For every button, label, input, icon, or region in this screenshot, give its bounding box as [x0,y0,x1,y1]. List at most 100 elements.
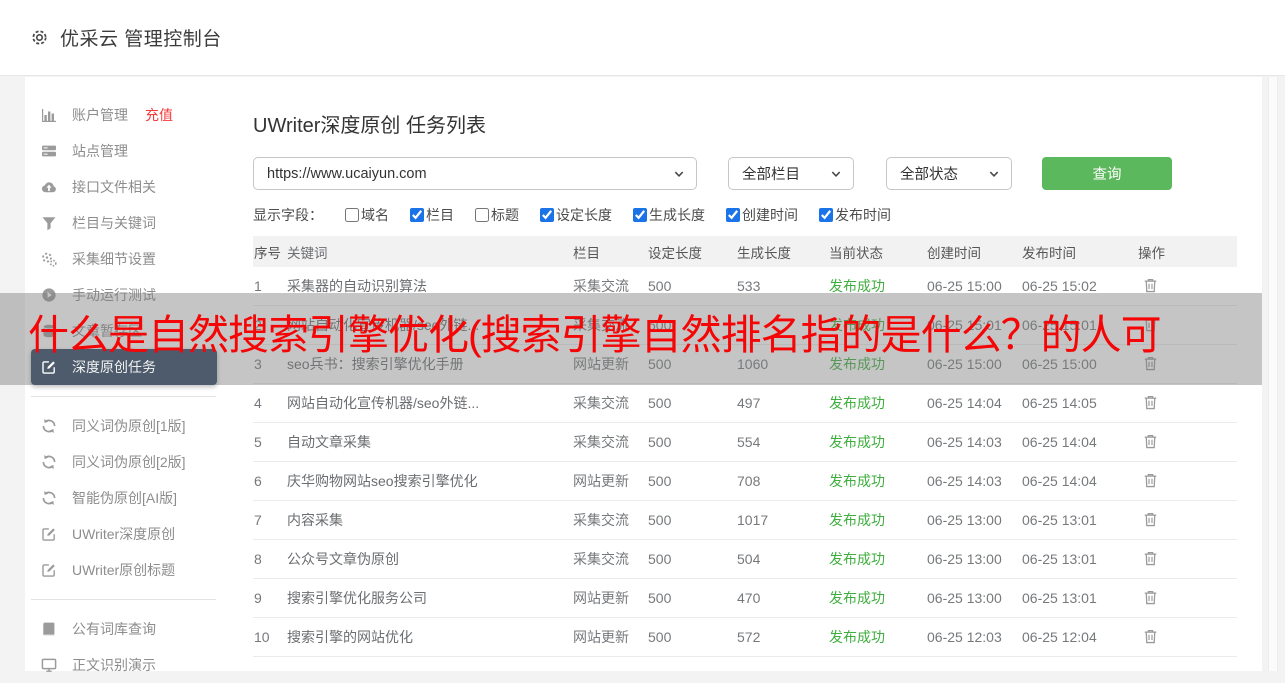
cell-category: 网站更新 [573,356,629,372]
cell-published: 06-25 13:01 [1022,551,1097,567]
display-field-option[interactable]: 域名 [345,205,389,225]
cell-published: 06-25 15:02 [1022,278,1097,294]
sidebar-item-bar-chart[interactable]: 账户管理 充值 [25,97,241,133]
sidebar: 账户管理 充值 站点管理 接口文件相关 栏目与关键词 采集细节设置 手动运行测试… [25,97,241,683]
category-select[interactable]: 全部栏目 [728,157,854,190]
delete-button[interactable] [1140,548,1161,569]
trash-icon [1142,628,1159,645]
cell-published: 06-25 14:04 [1022,434,1097,450]
recharge-badge[interactable]: 充值 [145,105,173,125]
display-field-checkbox[interactable] [726,208,740,222]
display-field-option[interactable]: 生成长度 [633,205,705,225]
display-field-checkbox[interactable] [410,208,424,222]
sidebar-item-refresh[interactable]: 同义词伪原创[1版] [25,408,241,444]
cell-keyword: 搜索引擎的网站优化 [287,629,413,645]
delete-button[interactable] [1140,431,1161,452]
display-field-option[interactable]: 设定长度 [540,205,612,225]
sidebar-item-refresh[interactable]: 同义词伪原创[2版] [25,444,241,480]
display-field-option[interactable]: 创建时间 [726,205,798,225]
refresh-icon [41,418,57,434]
cell-status: 发布成功 [829,434,885,450]
delete-button[interactable] [1140,626,1161,647]
cell-published: 06-25 13:01 [1022,512,1097,528]
cell-status: 发布成功 [829,551,885,567]
sidebar-item-cloud-upload[interactable]: 接口文件相关 [25,169,241,205]
cell-published: 06-25 14:05 [1022,395,1097,411]
cell-genlen: 470 [737,590,761,606]
display-field-label: 发布时间 [835,207,891,223]
cell-setlen: 500 [648,590,672,606]
col-header-setlen: 设定长度 [648,245,702,261]
cell-no: 1 [254,278,262,294]
table-header-row: 序号 关键词 栏目 设定长度 生成长度 当前状态 创建时间 发布时间 操作 [253,236,1237,267]
cell-keyword: 搜索引擎优化服务公司 [287,590,427,606]
cell-genlen: 554 [737,434,761,450]
bar-chart-icon [41,107,57,123]
sidebar-item-label: 手动运行测试 [72,287,156,303]
cell-created: 06-25 15:00 [927,278,1002,294]
cell-setlen: 500 [648,551,672,567]
sidebar-item-label: 智能伪原创[AI版] [72,490,178,506]
gear-icon [30,28,49,47]
sidebar-divider [31,396,216,397]
display-field-checkbox[interactable] [819,208,833,222]
sidebar-item-label: 栏目与关键词 [72,215,156,231]
display-field-label: 创建时间 [742,207,798,223]
display-field-label: 域名 [361,207,389,223]
col-header-category: 栏目 [573,245,600,261]
delete-button[interactable] [1140,587,1161,608]
cell-category: 采集交流 [573,278,629,294]
cell-keyword: 内容采集 [287,512,343,528]
task-table: 序号 关键词 栏目 设定长度 生成长度 当前状态 创建时间 发布时间 操作 1 … [253,236,1237,657]
sidebar-item-edit[interactable]: UWriter原创标题 [25,552,241,588]
cell-created: 06-25 14:03 [927,434,1002,450]
sidebar-item-book[interactable]: 公有词库查询 [25,611,241,647]
site-select[interactable]: https://www.ucaiyun.com [253,157,697,190]
col-header-keyword: 关键词 [287,245,328,261]
display-field-checkbox[interactable] [345,208,359,222]
cell-created: 06-25 13:00 [927,551,1002,567]
sidebar-item-edit[interactable]: 深度原创任务 [31,349,217,385]
edit-icon [41,359,57,375]
sidebar-item-monitor[interactable]: 正文识别演示 [25,647,241,683]
table-row: 10 搜索引擎的网站优化 网站更新 500 572 发布成功 06-25 12:… [253,618,1237,657]
cell-keyword: 庆华购物网站seo搜索引擎优化 [287,473,478,489]
display-field-option[interactable]: 栏目 [410,205,454,225]
cell-setlen: 500 [648,434,672,450]
query-button[interactable]: 查询 [1042,157,1172,190]
delete-button[interactable] [1140,314,1161,335]
sidebar-item-edit[interactable]: UWriter深度原创 [25,516,241,552]
display-field-checkbox[interactable] [633,208,647,222]
table-row: 5 自动文章采集 采集交流 500 554 发布成功 06-25 14:03 0… [253,423,1237,462]
sidebar-item-label: UWriter原创标题 [72,562,176,578]
sidebar-divider [31,599,216,600]
delete-button[interactable] [1140,275,1161,296]
sidebar-item-filter[interactable]: 栏目与关键词 [25,205,241,241]
cell-no: 6 [254,473,262,489]
delete-button[interactable] [1140,470,1161,491]
delete-button[interactable] [1140,353,1161,374]
chevron-down-icon [987,167,1001,181]
site-select-value: https://www.ucaiyun.com [267,165,427,182]
sidebar-item-gears[interactable]: 采集细节设置 [25,241,241,277]
cell-keyword: 自动文章采集 [287,434,371,450]
display-fields-row: 显示字段： 域名 栏目 标题 设定长度 生成长度 创建时间 发布时间 [253,205,912,225]
filter-icon [41,215,57,231]
display-field-checkbox[interactable] [540,208,554,222]
display-field-option[interactable]: 发布时间 [819,205,891,225]
sidebar-item-database[interactable]: 文章暂存区 [25,313,241,349]
display-field-option[interactable]: 标题 [475,205,519,225]
play-circle-icon [41,287,57,303]
sidebar-item-label: 采集细节设置 [72,251,156,267]
page-scrollbar[interactable] [1268,77,1278,671]
delete-button[interactable] [1140,392,1161,413]
table-row: 2 网站自动化宣传机器/seo外链... 采集交流 500 发布成功 06-25… [253,306,1237,345]
delete-button[interactable] [1140,509,1161,530]
status-select[interactable]: 全部状态 [886,157,1012,190]
cell-genlen: 572 [737,629,761,645]
sidebar-item-play-circle[interactable]: 手动运行测试 [25,277,241,313]
display-field-checkbox[interactable] [475,208,489,222]
sidebar-item-server[interactable]: 站点管理 [25,133,241,169]
sidebar-item-refresh[interactable]: 智能伪原创[AI版] [25,480,241,516]
sidebar-item-label: 接口文件相关 [72,179,156,195]
